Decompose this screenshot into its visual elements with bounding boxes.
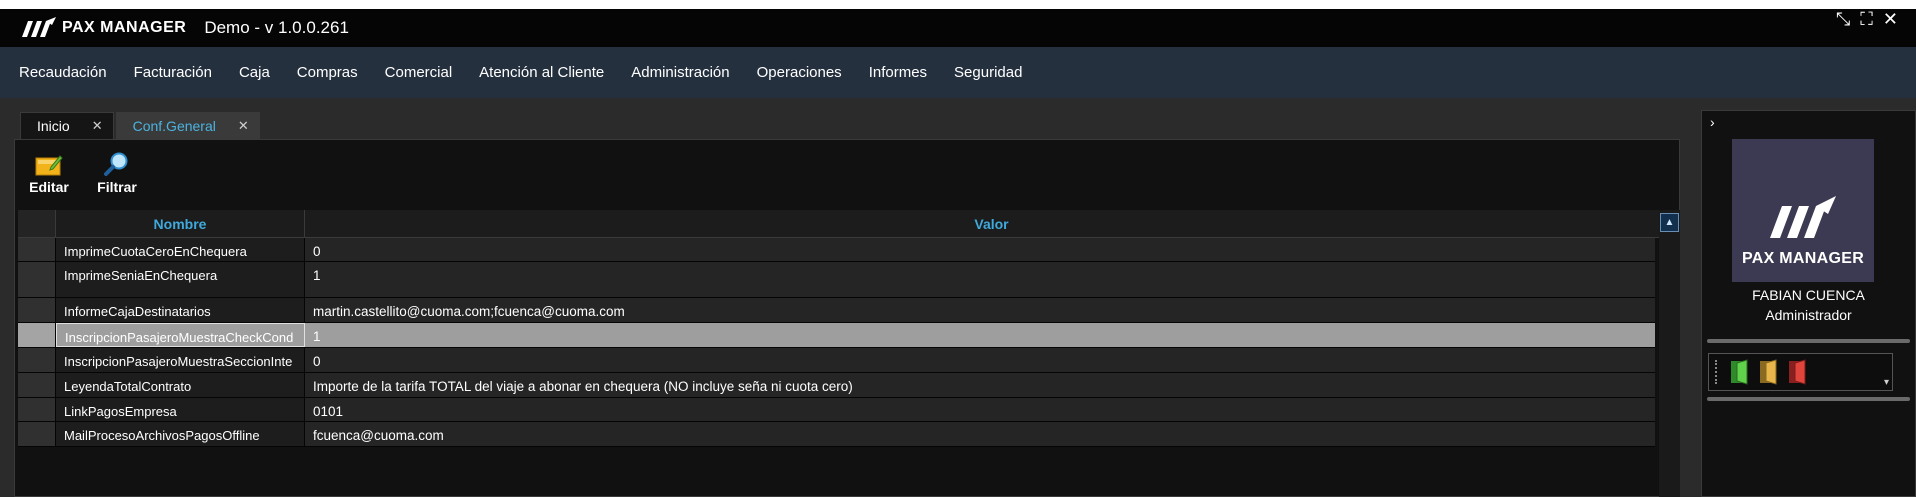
- filter-label: Filtrar: [97, 179, 137, 195]
- title-bar: PAX MANAGER Demo - v 1.0.0.261: [0, 9, 1916, 47]
- edit-label: Editar: [29, 179, 69, 195]
- door-green-icon[interactable]: [1729, 359, 1749, 385]
- column-header-nombre[interactable]: Nombre: [56, 210, 305, 237]
- maximize-icon[interactable]: ⛶: [1860, 9, 1873, 29]
- window-controls: ⤡ ⛶ ✕: [1836, 9, 1898, 29]
- collapse-chevron-icon[interactable]: ›: [1710, 114, 1715, 130]
- menu-seguridad[interactable]: Seguridad: [954, 64, 1022, 81]
- scroll-up-icon[interactable]: ▲: [1660, 213, 1679, 232]
- door-yellow-icon[interactable]: [1758, 359, 1778, 385]
- cell-nombre[interactable]: InscripcionPasajeroMuestraSeccionInte: [56, 348, 305, 372]
- table-row[interactable]: LinkPagosEmpresa 0101: [18, 398, 1655, 422]
- cell-nombre[interactable]: MailProcesoArchivosPagosOffline: [56, 422, 305, 446]
- cell-valor[interactable]: Importe de la tarifa TOTAL del viaje a a…: [305, 373, 1655, 397]
- user-name: FABIAN CUENCA: [1752, 287, 1865, 303]
- table-row-selected[interactable]: InscripcionPasajeroMuestraCheckCond 1: [18, 323, 1655, 348]
- chevron-down-icon[interactable]: ▾: [1884, 377, 1889, 388]
- cell-valor[interactable]: fcuenca@cuoma.com: [305, 422, 1655, 446]
- filter-button[interactable]: Filtrar: [83, 140, 151, 202]
- menu-atencion-cliente[interactable]: Atención al Cliente: [479, 64, 604, 81]
- table-row[interactable]: MailProcesoArchivosPagosOffline fcuenca@…: [18, 422, 1655, 447]
- config-grid: Nombre Valor ImprimeCuotaCeroEnChequera …: [18, 210, 1680, 497]
- top-strip: [0, 0, 1916, 9]
- cell-valor[interactable]: martin.castellito@cuoma.com;fcuenca@cuom…: [305, 298, 1655, 322]
- table-row[interactable]: ImprimeCuotaCeroEnChequera 0: [18, 238, 1655, 262]
- cell-valor[interactable]: 0: [305, 348, 1655, 372]
- tab-close-icon[interactable]: ✕: [92, 118, 103, 134]
- vertical-scrollbar[interactable]: ▲: [1659, 210, 1680, 497]
- table-row[interactable]: InscripcionPasajeroMuestraSeccionInte 0: [18, 348, 1655, 373]
- row-selector[interactable]: [18, 262, 56, 297]
- tab-label: Conf.General: [132, 118, 216, 134]
- edit-button[interactable]: Editar: [15, 140, 83, 202]
- close-icon[interactable]: ✕: [1883, 9, 1898, 29]
- row-selector[interactable]: [18, 422, 56, 446]
- grid-header: Nombre Valor: [18, 210, 1678, 238]
- quick-access-bar: ▾: [1708, 353, 1893, 391]
- menu-recaudacion[interactable]: Recaudación: [19, 64, 107, 81]
- menu-administracion[interactable]: Administración: [631, 64, 729, 81]
- user-side-panel: › PAX MANAGER FABIAN CUENCA Administrado…: [1701, 110, 1916, 497]
- tab-strip: Inicio ✕ Conf.General ✕: [20, 112, 262, 139]
- content-panel: Editar Filtrar Nombre Valor ImprimeCuota…: [14, 139, 1680, 497]
- cell-nombre[interactable]: LeyendaTotalContrato: [56, 373, 305, 397]
- cell-nombre[interactable]: InscripcionPasajeroMuestraCheckCond: [56, 323, 305, 347]
- divider: [1707, 397, 1910, 401]
- cell-nombre[interactable]: InformeCajaDestinatarios: [56, 298, 305, 322]
- menu-informes[interactable]: Informes: [869, 64, 927, 81]
- app-title: Demo - v 1.0.0.261: [204, 18, 349, 37]
- row-selector-header: [18, 210, 56, 237]
- column-header-valor[interactable]: Valor: [305, 210, 1678, 237]
- table-row[interactable]: InformeCajaDestinatarios martin.castelli…: [18, 298, 1655, 323]
- avatar-brand: PAX MANAGER: [1741, 250, 1865, 267]
- row-selector[interactable]: [18, 298, 56, 322]
- cell-valor[interactable]: 1: [305, 323, 1655, 347]
- row-selector[interactable]: [18, 373, 56, 397]
- app-logo: PAX MANAGER: [22, 17, 186, 39]
- edit-icon: [35, 155, 63, 176]
- menu-compras[interactable]: Compras: [297, 64, 358, 81]
- tab-close-icon[interactable]: ✕: [238, 118, 249, 134]
- workspace: Inicio ✕ Conf.General ✕ Editar Filtrar N…: [0, 98, 1692, 497]
- menu-operaciones[interactable]: Operaciones: [757, 64, 842, 81]
- cell-nombre[interactable]: ImprimeCuotaCeroEnChequera: [56, 238, 305, 261]
- tab-label: Inicio: [37, 118, 70, 134]
- door-red-icon[interactable]: [1787, 359, 1807, 385]
- restore-icon[interactable]: ⤡: [1836, 9, 1850, 29]
- main-menu: Recaudación Facturación Caja Compras Com…: [0, 47, 1916, 98]
- row-selector[interactable]: [18, 398, 56, 421]
- menu-facturacion[interactable]: Facturación: [134, 64, 212, 81]
- magnifier-icon: [104, 152, 128, 176]
- row-selector[interactable]: [18, 348, 56, 372]
- menu-caja[interactable]: Caja: [239, 64, 270, 81]
- menu-comercial[interactable]: Comercial: [385, 64, 453, 81]
- user-role: Administrador: [1765, 307, 1852, 323]
- brand-name: PAX MANAGER: [62, 19, 187, 36]
- drag-grip-icon[interactable]: [1715, 360, 1721, 384]
- pax-logo-icon: [1770, 196, 1836, 238]
- tab-conf-general[interactable]: Conf.General ✕: [115, 112, 260, 139]
- cell-valor[interactable]: 0101: [305, 398, 1655, 421]
- divider: [1707, 339, 1910, 343]
- avatar: PAX MANAGER: [1732, 139, 1874, 282]
- cell-valor[interactable]: 0: [305, 238, 1655, 261]
- pax-logo-icon: [22, 17, 56, 37]
- cell-nombre[interactable]: LinkPagosEmpresa: [56, 398, 305, 421]
- cell-valor[interactable]: 1: [305, 262, 1655, 297]
- toolbar: Editar Filtrar: [15, 140, 151, 202]
- grid-rows: ImprimeCuotaCeroEnChequera 0 ImprimeSeni…: [18, 238, 1655, 447]
- row-selector[interactable]: [18, 238, 56, 261]
- cell-nombre[interactable]: ImprimeSeniaEnChequera: [56, 262, 305, 297]
- row-selector[interactable]: [18, 323, 56, 347]
- table-row[interactable]: ImprimeSeniaEnChequera 1: [18, 262, 1655, 298]
- tab-inicio[interactable]: Inicio ✕: [20, 112, 114, 139]
- table-row[interactable]: LeyendaTotalContrato Importe de la tarif…: [18, 373, 1655, 398]
